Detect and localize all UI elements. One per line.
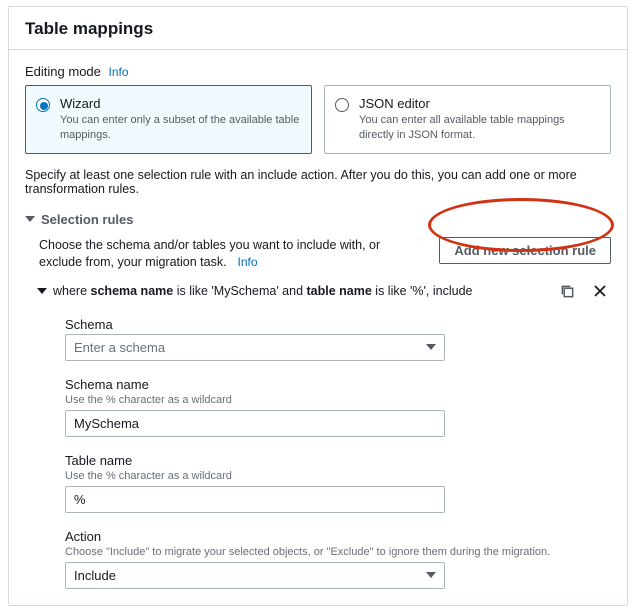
duplicate-icon[interactable] bbox=[560, 284, 575, 299]
table-name-label: Table name bbox=[65, 453, 611, 468]
action-select[interactable]: Include bbox=[65, 562, 445, 589]
caret-down-icon bbox=[25, 216, 35, 222]
panel-title: Table mappings bbox=[25, 7, 611, 49]
schema-name-hint: Use the % character as a wildcard bbox=[65, 394, 611, 406]
selection-rules-header[interactable]: Selection rules bbox=[25, 212, 611, 227]
editing-mode-info-link[interactable]: Info bbox=[109, 65, 129, 79]
selection-rules-top: Choose the schema and/or tables you want… bbox=[39, 237, 611, 272]
rule-body: Schema Enter a schema Schema name Use th… bbox=[65, 317, 611, 589]
tile-wizard-desc: You can enter only a subset of the avail… bbox=[60, 113, 301, 143]
instruction-text: Specify at least one selection rule with… bbox=[25, 168, 611, 196]
schema-select-value: Enter a schema bbox=[74, 340, 165, 355]
rule-header: where schema name is like 'MySchema' and… bbox=[39, 284, 611, 299]
rule-bold: table name bbox=[307, 284, 372, 298]
caret-down-icon bbox=[426, 572, 436, 578]
radio-icon bbox=[36, 98, 50, 112]
tile-wizard[interactable]: Wizard You can enter only a subset of th… bbox=[25, 85, 312, 154]
editing-mode-label-row: Editing mode Info bbox=[25, 64, 611, 79]
table-name-input[interactable] bbox=[65, 486, 445, 513]
selection-rules-info-link[interactable]: Info bbox=[238, 255, 258, 269]
selection-rules-title: Selection rules bbox=[41, 212, 133, 227]
rule-text: is like 'MySchema' and bbox=[173, 284, 306, 298]
schema-label: Schema bbox=[65, 317, 611, 332]
add-new-selection-rule-button[interactable]: Add new selection rule bbox=[439, 237, 611, 264]
tile-json-title: JSON editor bbox=[359, 96, 600, 111]
editing-mode-label: Editing mode bbox=[25, 64, 101, 79]
rule-summary-toggle[interactable]: where schema name is like 'MySchema' and… bbox=[39, 284, 472, 298]
close-icon[interactable] bbox=[593, 284, 607, 298]
caret-down-icon bbox=[426, 344, 436, 350]
tile-wizard-title: Wizard bbox=[60, 96, 301, 111]
caret-down-icon bbox=[37, 288, 47, 294]
editing-mode-tiles: Wizard You can enter only a subset of th… bbox=[25, 85, 611, 154]
table-name-hint: Use the % character as a wildcard bbox=[65, 470, 611, 482]
field-table-name: Table name Use the % character as a wild… bbox=[65, 453, 611, 513]
field-schema-name: Schema name Use the % character as a wil… bbox=[65, 377, 611, 437]
action-select-value: Include bbox=[74, 568, 116, 583]
schema-select[interactable]: Enter a schema bbox=[65, 334, 445, 361]
schema-name-input[interactable] bbox=[65, 410, 445, 437]
tile-json-editor[interactable]: JSON editor You can enter all available … bbox=[324, 85, 611, 154]
action-hint: Choose "Include" to migrate your selecte… bbox=[65, 546, 611, 558]
field-action: Action Choose "Include" to migrate your … bbox=[65, 529, 611, 589]
selection-rules-desc-text: Choose the schema and/or tables you want… bbox=[39, 238, 380, 270]
tile-json-desc: You can enter all available table mappin… bbox=[359, 113, 600, 143]
action-label: Action bbox=[65, 529, 611, 544]
divider bbox=[9, 49, 627, 50]
table-mappings-panel: Table mappings Editing mode Info Wizard … bbox=[8, 6, 628, 606]
selection-rules-desc: Choose the schema and/or tables you want… bbox=[39, 237, 423, 272]
rule-text: where bbox=[53, 284, 91, 298]
rule-summary-text: where schema name is like 'MySchema' and… bbox=[53, 284, 472, 298]
radio-icon bbox=[335, 98, 349, 112]
rule-text: is like '%', include bbox=[372, 284, 473, 298]
field-schema: Schema Enter a schema bbox=[65, 317, 611, 361]
rule-bold: schema name bbox=[91, 284, 174, 298]
schema-name-label: Schema name bbox=[65, 377, 611, 392]
rule-action-icons bbox=[560, 284, 607, 299]
